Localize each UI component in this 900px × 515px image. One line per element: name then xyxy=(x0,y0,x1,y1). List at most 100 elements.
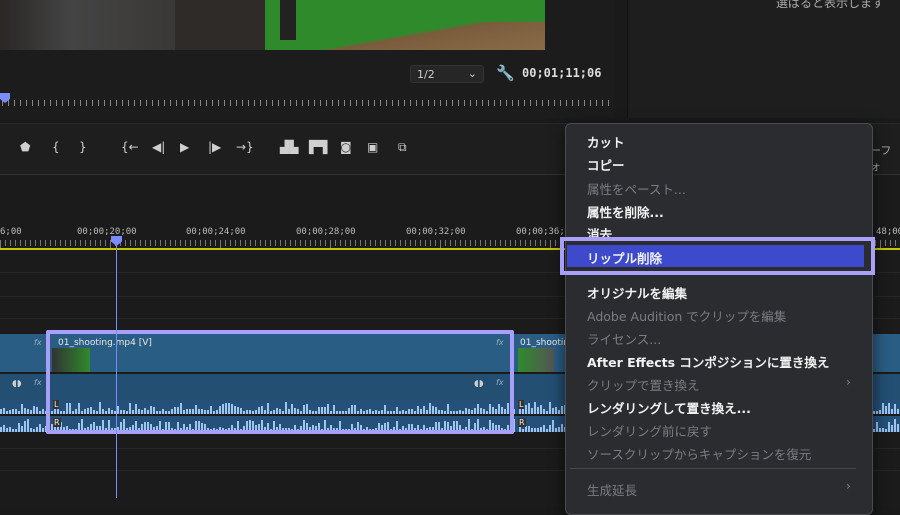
menu-item-copy[interactable]: コピー xyxy=(587,155,625,174)
waveform-bar xyxy=(21,426,23,432)
ruler-tick xyxy=(500,100,501,106)
waveform-bar xyxy=(30,410,32,414)
ruler-tick xyxy=(390,240,391,246)
ruler-tick xyxy=(370,240,371,246)
ruler-tick xyxy=(515,240,516,246)
ruler-tick xyxy=(85,240,86,246)
ruler-tick xyxy=(145,240,146,246)
monitor-time-ruler[interactable] xyxy=(0,96,614,110)
waveform-bar xyxy=(39,424,41,432)
waveform-bar xyxy=(873,411,875,414)
step-back-icon[interactable]: ◀| xyxy=(152,140,165,154)
waveform-bar xyxy=(18,411,20,414)
zoom-level-select[interactable]: 1/2 ⌄ xyxy=(410,65,484,83)
playhead-timecode[interactable]: 00;01;11;06 xyxy=(522,66,601,80)
menu-item-paste-attributes[interactable]: 属性をペースト... xyxy=(587,179,686,198)
waveform-bar xyxy=(891,409,893,414)
time-label: 00;00;32;00 xyxy=(406,227,466,237)
ruler-tick xyxy=(110,240,111,248)
menu-item-cut[interactable]: カット xyxy=(587,132,625,151)
menu-item-remove-attributes[interactable]: 属性を削除... xyxy=(587,202,664,221)
ruler-tick xyxy=(15,240,16,246)
ruler-tick xyxy=(578,100,579,106)
ruler-tick xyxy=(410,240,411,246)
extract-icon[interactable]: ▛▜ xyxy=(309,140,327,154)
menu-item-edit-original[interactable]: オリジナルを編集 xyxy=(587,283,687,302)
ruler-tick xyxy=(500,240,501,246)
ruler-tick xyxy=(182,100,183,106)
ruler-tick xyxy=(180,240,181,246)
ruler-tick xyxy=(278,100,279,106)
ruler-tick xyxy=(230,240,231,246)
ruler-tick xyxy=(215,240,216,246)
menu-item-generative-extend[interactable]: 生成延長 xyxy=(587,480,637,499)
ruler-tick xyxy=(890,240,891,246)
ruler-tick xyxy=(540,240,541,246)
wrench-icon[interactable]: 🔧 xyxy=(496,64,515,82)
waveform-bar xyxy=(519,409,521,414)
ruler-tick xyxy=(375,240,376,246)
waveform-bar xyxy=(18,423,20,432)
marker-icon[interactable]: ⬟ xyxy=(20,140,30,154)
step-forward-icon[interactable]: |▶ xyxy=(208,140,221,154)
menu-item-restore-captions[interactable]: ソースクリップからキャプションを復元 xyxy=(587,444,811,463)
ruler-tick xyxy=(602,100,603,106)
waveform-bar xyxy=(27,409,29,414)
fx-badge: fx xyxy=(34,338,42,347)
ruler-tick xyxy=(194,100,195,106)
lift-icon[interactable]: ▟▙ xyxy=(280,140,298,154)
ruler-tick xyxy=(350,100,351,106)
menu-item-replace-with-clip[interactable]: クリップで置き換え xyxy=(587,375,700,394)
ruler-tick xyxy=(590,100,591,106)
waveform-bar xyxy=(552,408,554,414)
ruler-tick xyxy=(95,240,96,246)
waveform-bar xyxy=(537,407,539,414)
ruler-tick xyxy=(350,240,351,246)
ruler-tick xyxy=(86,100,87,106)
waveform-bar xyxy=(546,411,548,414)
ruler-tick xyxy=(236,100,237,106)
vr-icon[interactable]: ⧉ xyxy=(398,140,407,155)
ruler-tick xyxy=(548,100,549,106)
ruler-tick xyxy=(44,100,45,106)
ruler-tick xyxy=(155,240,156,246)
right-panel-text: 選ばると表示します xyxy=(776,0,885,10)
ruler-tick xyxy=(164,100,165,106)
mark-out-icon[interactable]: } xyxy=(79,140,87,154)
mark-in-icon[interactable]: { xyxy=(52,140,60,154)
waveform-bar xyxy=(525,405,527,414)
waveform-bar xyxy=(879,410,881,414)
compare-view-icon[interactable]: ▣ xyxy=(367,140,378,154)
timeline-playhead[interactable] xyxy=(116,236,117,498)
ruler-tick xyxy=(275,240,276,246)
ruler-tick xyxy=(146,100,147,106)
ruler-tick xyxy=(435,240,436,246)
waveform-bar xyxy=(42,428,44,432)
ruler-tick xyxy=(55,240,56,246)
play-icon[interactable]: ▶ xyxy=(180,140,189,154)
menu-item-edit-in-audition[interactable]: Adobe Audition でクリップを編集 xyxy=(587,306,786,325)
camera-icon[interactable]: ◙ xyxy=(340,140,352,154)
ruler-tick xyxy=(170,240,171,246)
ruler-tick xyxy=(875,240,876,246)
ruler-tick xyxy=(434,100,435,106)
ruler-tick xyxy=(235,240,236,246)
ruler-tick xyxy=(62,100,63,106)
ruler-tick xyxy=(374,100,375,106)
ruler-tick xyxy=(895,240,896,246)
ruler-tick xyxy=(480,240,481,246)
ruler-tick xyxy=(92,100,93,106)
ruler-tick xyxy=(530,240,531,246)
audio-channel-label: L xyxy=(518,400,525,409)
ruler-tick xyxy=(584,100,585,106)
ruler-tick xyxy=(160,240,161,246)
go-to-in-icon[interactable]: {← xyxy=(121,140,139,154)
ruler-tick xyxy=(550,240,551,248)
menu-item-restore-unrendered[interactable]: レンダリング前に戻す xyxy=(587,421,712,440)
menu-item-replace-with-ae[interactable]: After Effects コンポジションに置き換え xyxy=(587,352,829,371)
go-to-out-icon[interactable]: →} xyxy=(236,140,254,154)
ruler-tick xyxy=(885,240,886,246)
menu-item-render-and-replace[interactable]: レンダリングして置き換え... xyxy=(587,398,751,417)
menu-item-license[interactable]: ライセンス... xyxy=(587,329,661,348)
ruler-tick xyxy=(45,240,46,246)
